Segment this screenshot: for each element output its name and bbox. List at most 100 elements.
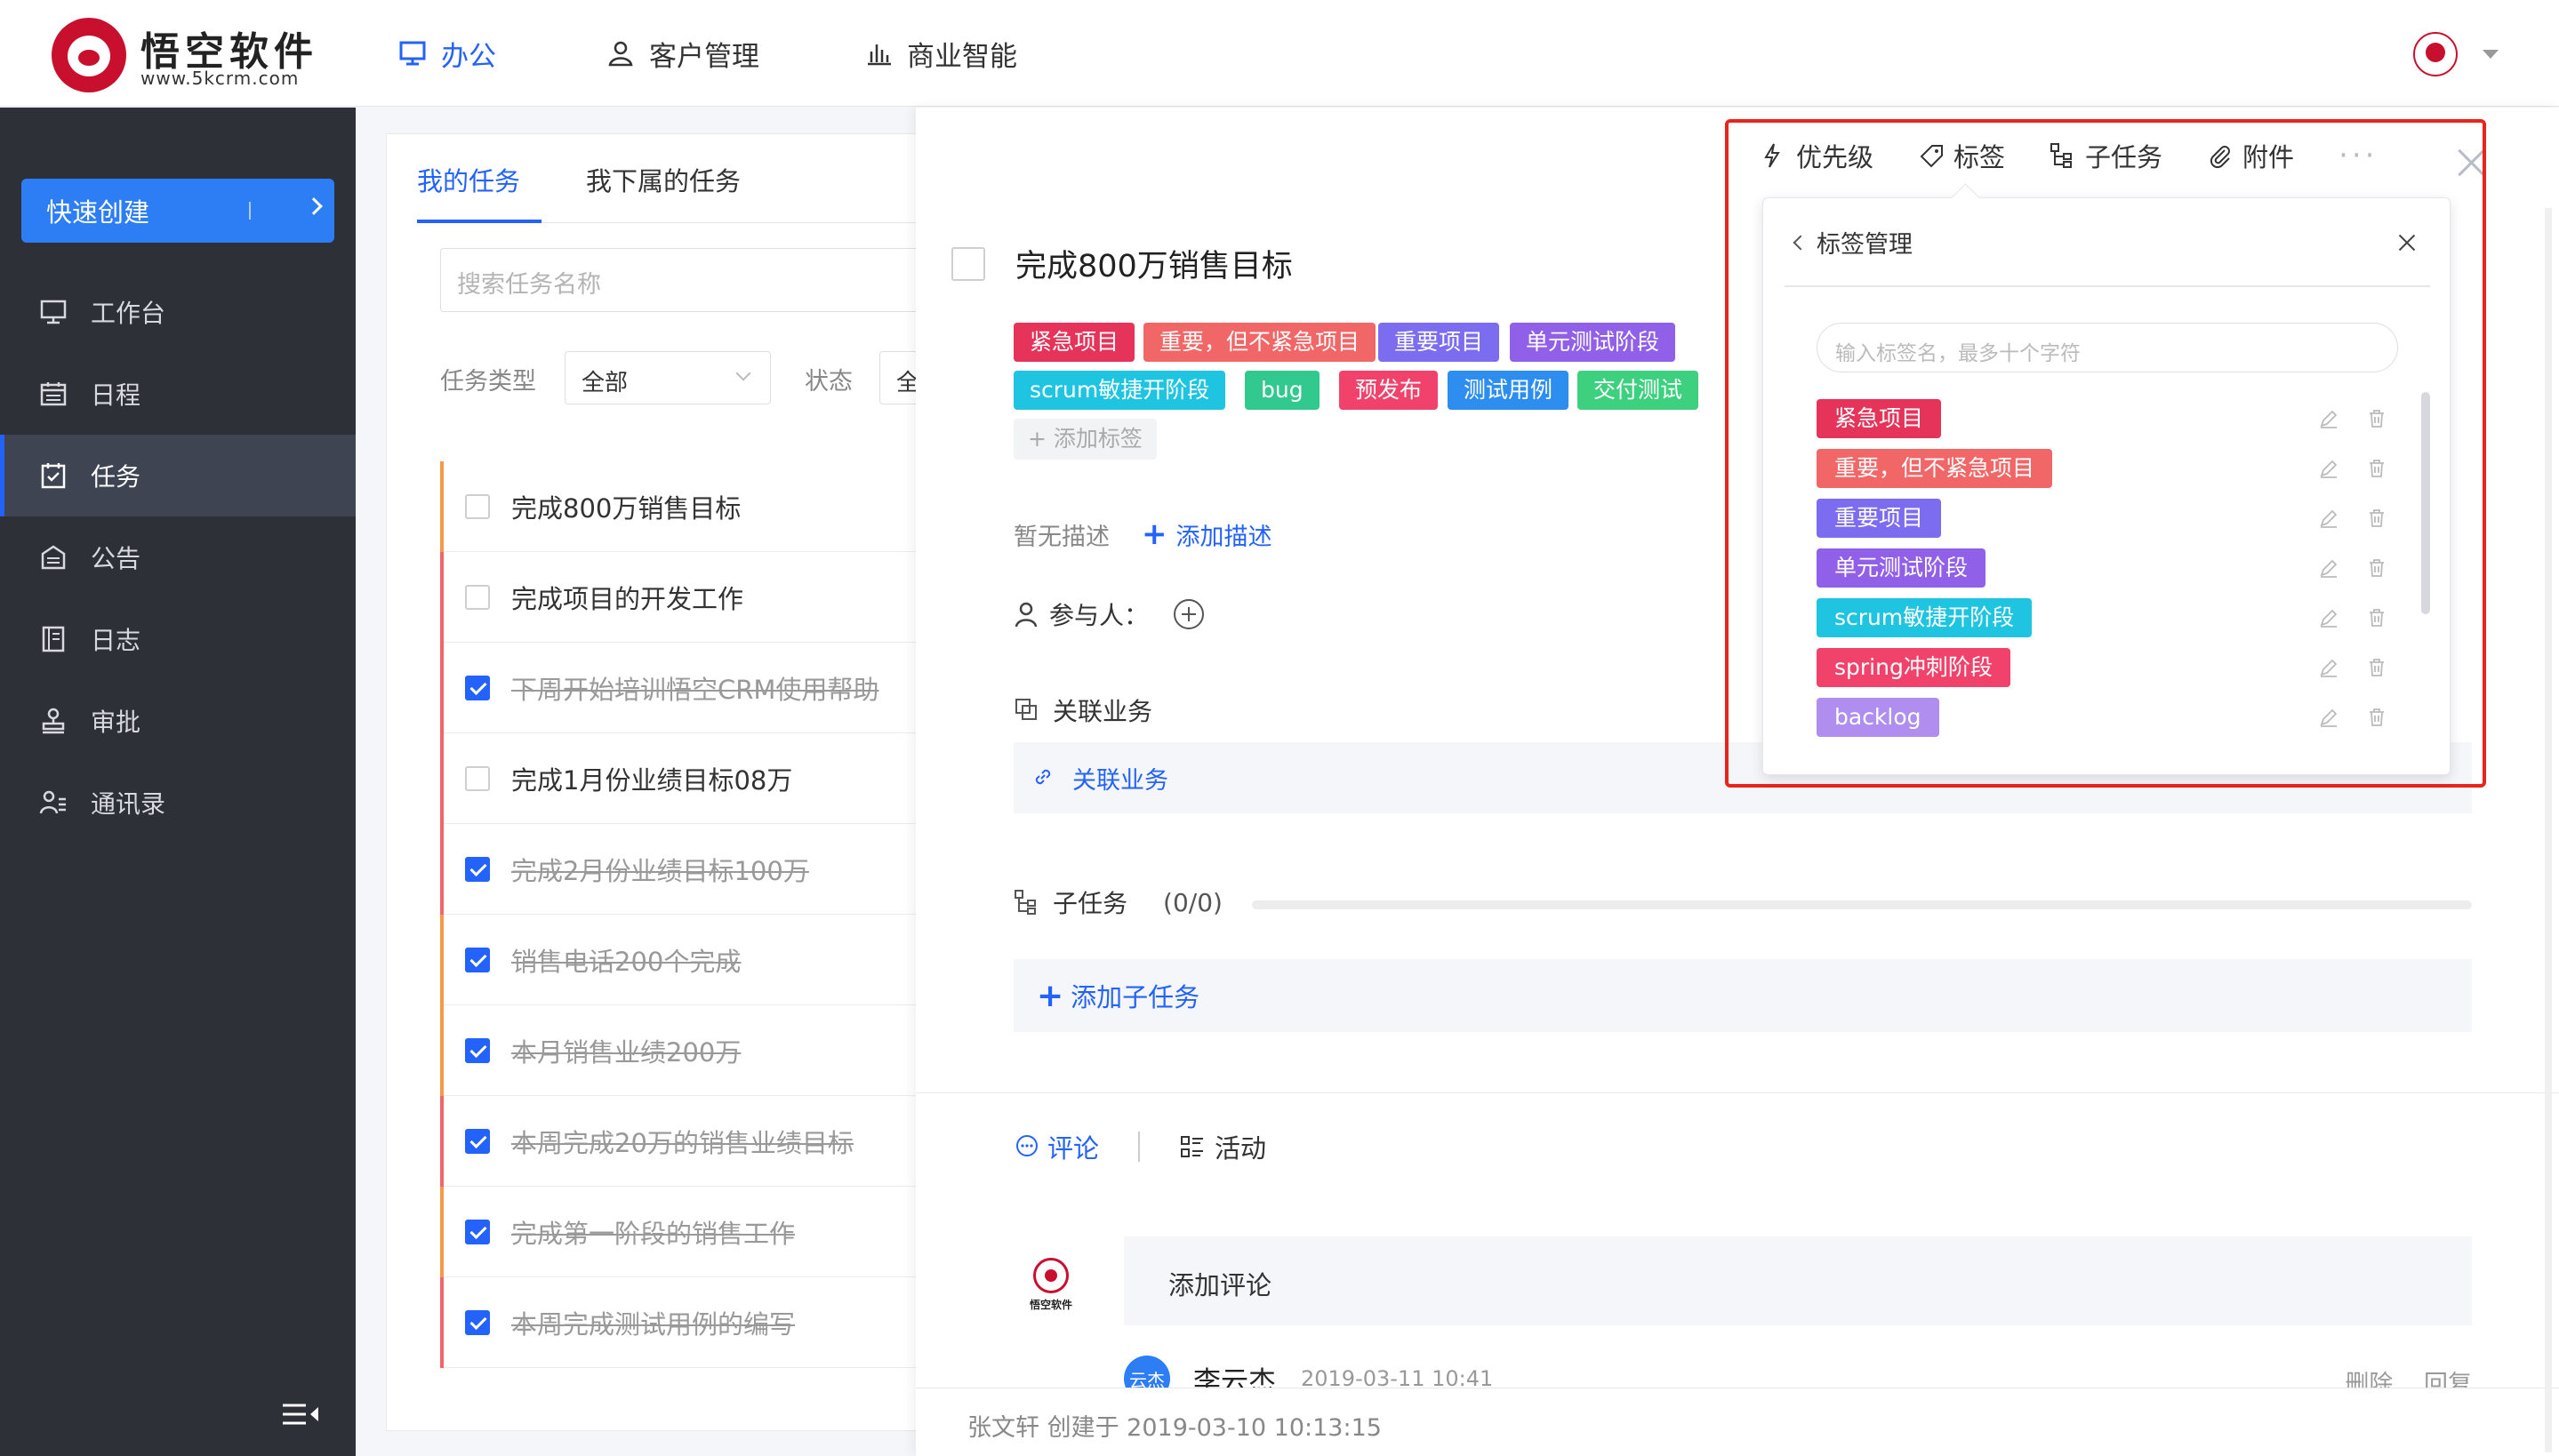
tag-chip[interactable]: scrum敏捷开阶段 — [1014, 371, 1226, 410]
tag-row: scrum敏捷开阶段 — [1817, 593, 2403, 643]
sidebar-item-schedule[interactable]: 日程 — [0, 353, 356, 435]
nav-bi[interactable]: 商业智能 — [862, 0, 1017, 107]
task-checkbox[interactable] — [465, 1309, 490, 1335]
tab-comments[interactable]: 评论 — [1014, 1128, 1099, 1165]
tag-chip[interactable]: 测试用例 — [1448, 371, 1569, 410]
task-checkbox[interactable] — [465, 584, 490, 610]
popover-title: 标签管理 — [1817, 231, 1913, 259]
tag-chip[interactable]: 交付测试 — [1577, 371, 1699, 410]
task-title: 完成项目的开发工作 — [511, 583, 744, 614]
tag-chip[interactable]: 重要项目 — [1817, 499, 1942, 538]
task-title: 本月销售业绩200万 — [511, 1036, 742, 1068]
close-icon[interactable] — [2398, 234, 2416, 252]
tag-chip[interactable]: 单元测试阶段 — [1510, 323, 1676, 362]
toolbar-label: 标签 — [1953, 142, 2006, 172]
tag-chip[interactable]: 重要项目 — [1378, 323, 1500, 362]
trash-icon[interactable] — [2366, 458, 2387, 479]
tag-chip[interactable]: 重要，但不紧急项目 — [1143, 323, 1376, 362]
task-checkbox[interactable] — [465, 947, 490, 972]
nav-office[interactable]: 办公 — [397, 0, 496, 107]
add-description-link[interactable]: 添加描述 — [1176, 517, 1272, 552]
detail-scrollbar[interactable] — [2545, 208, 2552, 1452]
tab-activity[interactable]: 活动 — [1179, 1128, 1266, 1165]
priority-bar — [440, 733, 444, 824]
app-logo[interactable]: 悟空软件 www.5kcrm.com — [52, 16, 327, 92]
task-checkbox[interactable] — [465, 765, 490, 791]
divider — [1138, 1132, 1141, 1162]
more-icon[interactable]: ··· — [2338, 138, 2378, 173]
tag-name-input[interactable]: 输入标签名，最多十个字符 — [1817, 323, 2398, 372]
tag-chip[interactable]: 预发布 — [1339, 371, 1439, 410]
tab-subordinate-tasks[interactable]: 我下属的任务 — [586, 161, 741, 198]
tab-my-tasks[interactable]: 我的任务 — [417, 161, 520, 198]
trash-icon[interactable] — [2366, 657, 2387, 678]
task-checkbox[interactable] — [465, 856, 490, 882]
sidebar-item-announcement[interactable]: 公告 — [0, 516, 356, 598]
trash-icon[interactable] — [2366, 408, 2387, 429]
task-checkbox[interactable] — [465, 1219, 490, 1244]
edit-icon[interactable] — [2318, 408, 2339, 429]
trash-icon[interactable] — [2366, 557, 2387, 579]
tag-chip[interactable]: 重要，但不紧急项目 — [1817, 449, 2053, 488]
log-book-icon — [37, 623, 69, 655]
comment-input[interactable]: 添加评论 — [1124, 1236, 2472, 1325]
sidebar-item-tasks[interactable]: 任务 — [0, 435, 356, 516]
calendar-icon — [37, 378, 69, 410]
nav-customer[interactable]: 客户管理 — [605, 0, 759, 107]
contacts-icon — [37, 787, 69, 819]
tags-button[interactable]: 标签 — [1918, 137, 2005, 174]
edit-icon[interactable] — [2318, 707, 2339, 728]
bar-chart-icon — [862, 37, 894, 69]
chevron-left-icon[interactable] — [1793, 235, 1809, 251]
stamp-icon — [37, 705, 69, 737]
edit-icon[interactable] — [2318, 458, 2339, 479]
task-checkbox[interactable] — [465, 1128, 490, 1154]
priority-button[interactable]: 优先级 — [1761, 137, 1873, 174]
quick-create-button[interactable]: 快速创建 — [21, 179, 334, 243]
sidebar-item-log[interactable]: 日志 — [0, 598, 356, 680]
chevron-down-icon[interactable] — [2483, 50, 2499, 59]
add-subtask-button[interactable]: + 添加子任务 — [1014, 959, 2472, 1032]
filter-type-select[interactable]: 全部 — [565, 351, 771, 404]
comment-bubble-icon — [1014, 1133, 1040, 1160]
top-header: 悟空软件 www.5kcrm.com 办公 客户管理 商业智能 — [0, 0, 2559, 107]
collapse-menu-icon[interactable] — [283, 1402, 318, 1428]
user-avatar[interactable] — [2413, 32, 2458, 76]
members-label: 参与人： — [1049, 601, 1150, 630]
nav-label: 商业智能 — [907, 40, 1017, 73]
sidebar-item-label: 日志 — [91, 626, 141, 655]
plus-icon[interactable]: + — [1142, 516, 1167, 552]
monkey-logo-icon — [1033, 1258, 1069, 1293]
tag-chip[interactable]: bug — [1245, 371, 1320, 410]
add-member-icon[interactable] — [1174, 599, 1205, 629]
attachment-button[interactable]: 附件 — [2207, 137, 2294, 174]
tag-chip[interactable]: scrum敏捷开阶段 — [1817, 598, 2033, 637]
task-complete-checkbox[interactable] — [951, 246, 985, 281]
tag-chip[interactable]: backlog — [1817, 698, 1939, 737]
tag-row: 单元测试阶段 — [1817, 543, 2403, 593]
task-checkbox[interactable] — [465, 1037, 490, 1063]
sidebar-item-approval[interactable]: 审批 — [0, 680, 356, 762]
tag-chip[interactable]: 紧急项目 — [1817, 399, 1942, 438]
task-checkbox[interactable] — [465, 493, 490, 519]
sidebar-item-label: 日程 — [91, 380, 141, 410]
edit-icon[interactable] — [2318, 557, 2339, 579]
edit-icon[interactable] — [2318, 607, 2339, 628]
sidebar-item-workbench[interactable]: 工作台 — [0, 271, 356, 353]
subtask-button[interactable]: 子任务 — [2050, 137, 2162, 174]
edit-icon[interactable] — [2318, 508, 2339, 529]
task-checkbox[interactable] — [465, 675, 490, 700]
tag-chip[interactable]: 单元测试阶段 — [1817, 548, 1986, 588]
trash-icon[interactable] — [2366, 607, 2387, 628]
tag-chip[interactable]: spring冲刺阶段 — [1817, 648, 2010, 687]
tag-chip[interactable]: 紧急项目 — [1014, 323, 1135, 362]
add-tag-button[interactable]: + 添加标签 — [1014, 419, 1157, 460]
trash-icon[interactable] — [2366, 707, 2387, 728]
trash-icon[interactable] — [2366, 508, 2387, 529]
sidebar-item-label: 工作台 — [91, 299, 166, 328]
popover-scrollbar[interactable] — [2421, 392, 2430, 614]
priority-bar — [440, 1277, 444, 1368]
edit-icon[interactable] — [2318, 657, 2339, 678]
nav-label: 办公 — [441, 40, 496, 73]
sidebar-item-contacts[interactable]: 通讯录 — [0, 762, 356, 844]
